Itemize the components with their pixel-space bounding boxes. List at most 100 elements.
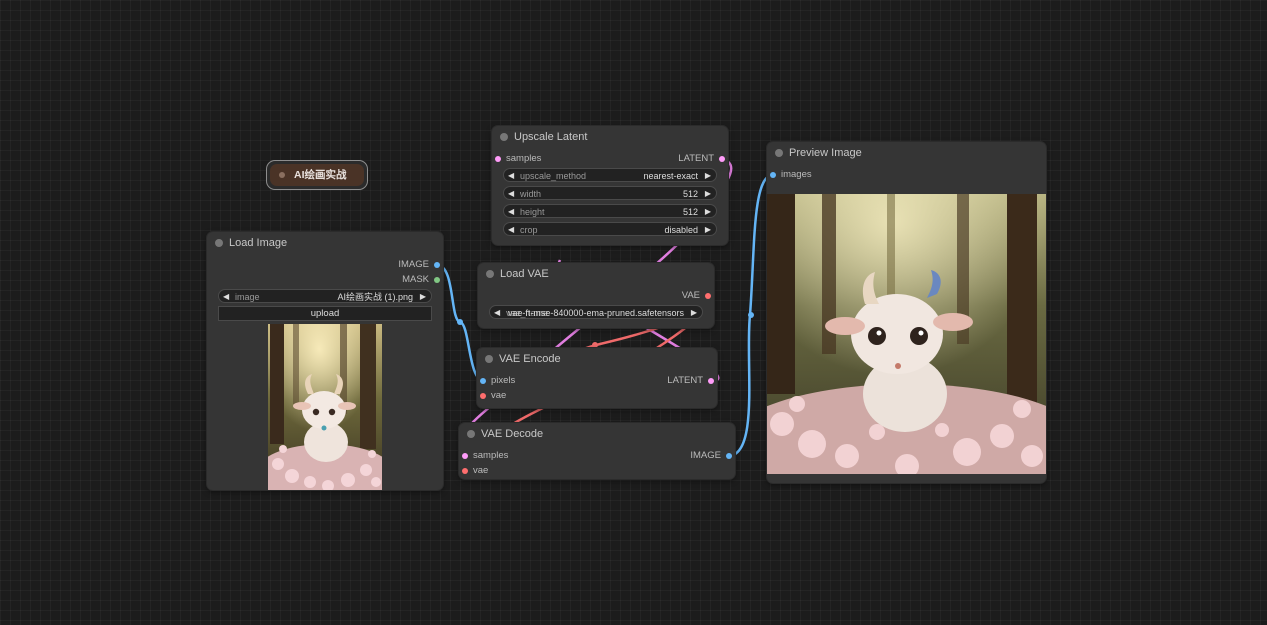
reroute-dot [748,312,754,318]
widget-value: vae-ft-mse-840000-ema-pruned.safetensors [507,308,684,318]
input-vae[interactable]: vae [477,390,506,402]
node-title: Preview Image [789,147,862,159]
node-title-bar[interactable]: VAE Decode [459,423,735,445]
arrow-right-icon[interactable]: ▶ [420,290,426,304]
port-dot-icon[interactable] [726,453,732,459]
node-load-vae[interactable]: Load VAE VAE ◀ vae_name vae-ft-mse-84000… [478,263,714,328]
port-dot-icon[interactable] [705,293,711,299]
arrow-left-icon[interactable]: ◀ [508,187,514,201]
arrow-left-icon[interactable]: ◀ [494,306,500,320]
upload-button[interactable]: upload [218,306,432,321]
preview-output-image [767,194,1046,474]
input-samples[interactable]: samples [492,153,541,165]
arrow-right-icon[interactable]: ▶ [705,187,711,201]
node-vae-decode[interactable]: VAE Decode samples vae IMAGE [459,423,735,479]
input-pixels[interactable]: pixels [477,375,515,387]
output-latent[interactable]: LATENT [667,375,717,387]
port-dot-icon[interactable] [434,277,440,283]
collapse-dot-icon[interactable] [500,133,508,141]
node-title-bar[interactable]: Preview Image [767,142,1046,164]
input-vae[interactable]: vae [459,465,488,477]
port-label: samples [506,153,542,164]
port-label: VAE [681,290,700,301]
port-dot-icon[interactable] [708,378,714,384]
port-label: vae [491,390,507,401]
group-pill-inner: AI绘画实战 [270,164,364,186]
arrow-left-icon[interactable]: ◀ [508,169,514,183]
widget-name: image [235,292,260,302]
arrow-left-icon[interactable]: ◀ [508,223,514,237]
arrow-left-icon[interactable]: ◀ [508,205,514,219]
port-dot-icon[interactable] [719,156,725,162]
port-label: IMAGE [690,450,721,461]
node-vae-encode[interactable]: VAE Encode pixels vae LATENT [477,348,717,408]
widget-value: nearest-exact [643,171,698,181]
port-dot-icon[interactable] [462,468,468,474]
node-title: Load VAE [500,268,549,280]
arrow-right-icon[interactable]: ▶ [705,169,711,183]
node-title: VAE Encode [499,353,561,365]
collapse-dot-icon[interactable] [215,239,223,247]
node-title-bar[interactable]: Load Image [207,232,443,254]
crop-widget[interactable]: ◀ crop disabled ▶ [503,222,717,236]
port-dot-icon[interactable] [495,156,501,162]
collapse-dot-icon[interactable] [467,430,475,438]
widget-name: upscale_method [520,171,587,181]
node-load-image[interactable]: Load Image IMAGE MASK ◀ image AI绘画实战 (1)… [207,232,443,490]
arrow-right-icon[interactable]: ▶ [705,223,711,237]
output-vae[interactable]: VAE [682,290,714,302]
widget-name: crop [520,225,538,235]
node-preview-image[interactable]: Preview Image images [767,142,1046,483]
node-title: Upscale Latent [514,131,588,143]
port-label: vae [473,465,489,476]
node-title-bar[interactable]: Load VAE [478,263,714,285]
arrow-right-icon[interactable]: ▶ [691,306,697,320]
collapse-dot-icon[interactable] [485,355,493,363]
port-dot-icon[interactable] [462,453,468,459]
arrow-right-icon[interactable]: ▶ [705,205,711,219]
loaded-image-thumbnail [268,324,382,490]
group-label: AI绘画实战 [294,169,347,181]
input-images[interactable]: images [767,169,812,181]
node-title-bar[interactable]: Upscale Latent [492,126,728,148]
widget-value: AI绘画实战 (1).png [337,292,413,302]
port-label: LATENT [678,153,714,164]
port-label: LATENT [667,375,703,386]
vae-name-widget[interactable]: ◀ vae_name vae-ft-mse-840000-ema-pruned.… [489,305,703,319]
port-dot-icon[interactable] [480,393,486,399]
output-image[interactable]: IMAGE [398,259,443,271]
arrow-left-icon[interactable]: ◀ [223,290,229,304]
port-label: MASK [402,274,429,285]
node-title-bar[interactable]: VAE Encode [477,348,717,370]
preview-art [767,194,1046,474]
group-dot-icon [279,172,285,178]
upscale-method-widget[interactable]: ◀ upscale_method nearest-exact ▶ [503,168,717,182]
widget-name: width [520,189,542,199]
thumbnail-art [268,324,382,490]
output-latent[interactable]: LATENT [678,153,728,165]
port-dot-icon[interactable] [480,378,486,384]
node-upscale-latent[interactable]: Upscale Latent samples LATENT ◀ upscale_… [492,126,728,245]
port-dot-icon[interactable] [434,262,440,268]
node-title: Load Image [229,237,288,249]
port-label: images [781,169,812,180]
collapse-dot-icon[interactable] [486,270,494,278]
image-combo-widget[interactable]: ◀ image AI绘画实战 (1).png ▶ [218,289,432,303]
collapse-dot-icon[interactable] [775,149,783,157]
input-samples[interactable]: samples [459,450,508,462]
output-mask[interactable]: MASK [402,274,443,286]
widget-value: disabled [664,225,698,235]
port-label: samples [473,450,509,461]
widget-name: height [520,207,545,217]
node-title: VAE Decode [481,428,544,440]
port-label: IMAGE [398,259,429,270]
widget-value: 512 [682,189,698,199]
output-image[interactable]: IMAGE [690,450,735,462]
port-label: pixels [491,375,516,386]
height-widget[interactable]: ◀ height 512 ▶ [503,204,717,218]
port-dot-icon[interactable] [770,172,776,178]
width-widget[interactable]: ◀ width 512 ▶ [503,186,717,200]
group-label-pill[interactable]: AI绘画实战 [266,160,368,190]
reroute-dot [457,319,463,325]
widget-value: 512 [682,207,698,217]
